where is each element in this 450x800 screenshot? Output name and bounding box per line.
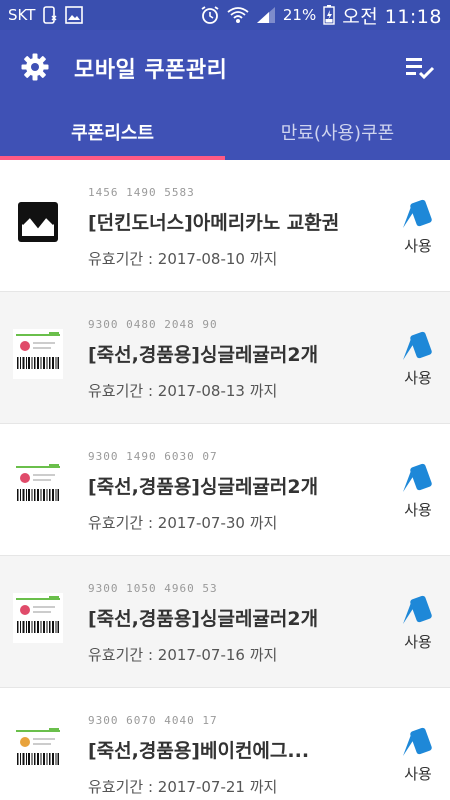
use-label: 사용 [404,237,432,255]
coupon-barcode-thumbnail [12,590,64,646]
coupon-ticket-icon [403,727,432,756]
playlist-check-icon[interactable] [404,54,436,82]
coupon-ticket-icon [403,595,432,624]
wifi-icon [227,6,249,24]
tab-coupon-list[interactable]: 쿠폰리스트 [0,104,225,160]
use-button[interactable]: 사용 [396,462,440,522]
coupon-validity: 유효기간 : 2017-07-30 까지 [88,514,278,532]
tab-label: 만료(사용)쿠폰 [280,123,395,144]
image-icon [65,6,84,24]
battery-icon [323,5,335,25]
coupon-barcode-thumbnail [12,722,64,778]
coupon-code: 9300 1050 4960 53 [88,582,218,595]
tab-label: 쿠폰리스트 [71,123,154,144]
coupon-validity: 유효기간 : 2017-07-21 까지 [88,778,278,796]
phone-icon [42,6,58,24]
tab-expired-coupons[interactable]: 만료(사용)쿠폰 [225,104,450,160]
use-label: 사용 [404,369,432,387]
use-label: 사용 [404,501,432,519]
alarm-icon [200,5,220,25]
use-button[interactable]: 사용 [396,594,440,654]
list-item[interactable]: 9300 1050 4960 53 [죽선,경품용]싱글레귤러2개 유효기간 :… [0,556,450,688]
app-bar: 모바일 쿠폰관리 [0,30,450,104]
carrier-label: SKT [8,6,36,24]
clock: 오전 11:18 [342,5,442,28]
coupon-title: [죽선,경품용]베이컨에그... [88,740,310,762]
coupon-validity: 유효기간 : 2017-07-16 까지 [88,646,278,664]
coupon-title: [죽선,경품용]싱글레귤러2개 [88,344,319,366]
use-label: 사용 [404,765,432,783]
coupon-ticket-icon [403,199,432,228]
coupon-ticket-icon [403,331,432,360]
coupon-ticket-icon [403,463,432,492]
list-item[interactable]: 1456 1490 5583 [던킨도너스]아메리카노 교환권 유효기간 : 2… [0,160,450,292]
use-button[interactable]: 사용 [396,198,440,258]
broken-image-icon [12,194,64,250]
app-title: 모바일 쿠폰관리 [74,58,228,83]
coupon-title: [죽선,경품용]싱글레귤러2개 [88,476,319,498]
coupon-code: 9300 6070 4040 17 [88,714,218,727]
coupon-barcode-thumbnail [12,458,64,514]
coupon-list: 1456 1490 5583 [던킨도너스]아메리카노 교환권 유효기간 : 2… [0,160,450,800]
status-bar: SKT 21% 오전 11:18 [0,0,450,30]
list-item[interactable]: 9300 0480 2048 90 [죽선,경품용]싱글레귤러2개 유효기간 :… [0,292,450,424]
coupon-title: [죽선,경품용]싱글레귤러2개 [88,608,319,630]
coupon-barcode-thumbnail [12,326,64,382]
coupon-title: [던킨도너스]아메리카노 교환권 [88,212,340,234]
list-item[interactable]: 9300 6070 4040 17 [죽선,경품용]베이컨에그... 유효기간 … [0,688,450,800]
use-button[interactable]: 사용 [396,330,440,390]
coupon-code: 9300 0480 2048 90 [88,318,218,331]
signal-icon [256,6,276,24]
tab-bar: 쿠폰리스트 만료(사용)쿠폰 [0,104,450,160]
gear-icon[interactable] [20,52,50,82]
use-label: 사용 [404,633,432,651]
coupon-code: 1456 1490 5583 [88,186,195,199]
coupon-validity: 유효기간 : 2017-08-10 까지 [88,250,278,268]
coupon-validity: 유효기간 : 2017-08-13 까지 [88,382,278,400]
use-button[interactable]: 사용 [396,726,440,786]
battery-percent: 21% [282,6,317,24]
coupon-code: 9300 1490 6030 07 [88,450,218,463]
list-item[interactable]: 9300 1490 6030 07 [죽선,경품용]싱글레귤러2개 유효기간 :… [0,424,450,556]
